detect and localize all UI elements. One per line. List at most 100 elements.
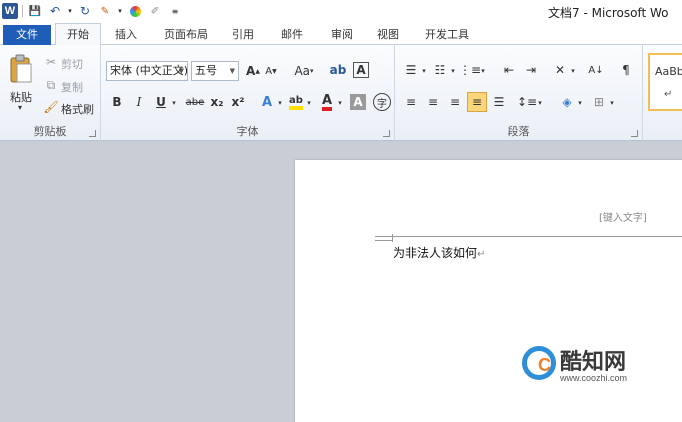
header-divider [375,236,682,237]
highlight-icon[interactable]: ab [287,93,305,111]
superscript-icon[interactable]: x² [230,94,246,110]
clipboard-launcher-icon[interactable] [89,130,96,137]
character-shading-icon[interactable]: A [350,94,366,110]
tab-file[interactable]: 文件 [3,25,51,45]
borders-icon[interactable]: ⊞ [590,93,608,111]
clipboard-group-label: 剪贴板 [33,125,67,138]
chevron-down-icon: ▼ [229,67,235,75]
tab-home[interactable]: 开始 [55,23,101,46]
paragraph-group-label: 段落 [507,125,530,138]
tab-developer[interactable]: 开发工具 [418,24,476,45]
numbering-icon[interactable]: ☷ [432,62,448,78]
bullets-dropdown-icon[interactable]: ▾ [420,64,428,78]
strikethrough-icon[interactable]: abe [185,94,205,110]
customize-qat-icon[interactable]: ≡ [167,3,183,19]
bold-icon[interactable]: B [110,94,124,110]
watermark-logo: C 酷知网 www.coozhi.com [516,340,656,392]
tab-mailings[interactable]: 邮件 [274,24,310,45]
increase-indent-icon[interactable]: ⇥ [523,62,539,78]
copy-icon[interactable]: ⧉ [44,78,58,92]
qat-separator [22,5,23,17]
text-effects-icon[interactable]: A [258,93,276,111]
paragraph-mark-icon: ↵ [664,89,673,100]
text-effects-dropdown-icon[interactable]: ▾ [276,95,284,111]
title-bar: W 💾 ↶ ▾ ↻ ✎ ▾ ✐ ≡ 文档7 - Microsoft Wo [0,0,682,22]
body-text-content: 为非法人该如何 [393,246,478,260]
grow-font-icon[interactable]: A ▲ [246,63,260,79]
watermark-mark: C [538,355,551,375]
watermark-circle-icon: C [522,346,556,380]
document-body-text[interactable]: 为非法人该如何↵ [393,244,485,261]
paragraph-launcher-icon[interactable] [631,130,638,137]
subscript-icon[interactable]: x₂ [209,94,225,110]
underline-dropdown-icon[interactable]: ▾ [170,95,178,111]
line-spacing-dropdown-icon[interactable]: ▾ [536,96,544,110]
undo-icon[interactable]: ↶ [47,3,63,19]
tab-references[interactable]: 引用 [226,24,260,45]
qat-dropdown-icon[interactable]: ▾ [117,3,123,19]
numbering-dropdown-icon[interactable]: ▾ [449,64,457,78]
quick-access-toolbar: W 💾 ↶ ▾ ↻ ✎ ▾ ✐ ≡ [0,0,187,22]
color-wheel-icon[interactable] [127,3,143,19]
change-case-icon[interactable]: Aa ▾ [291,63,317,79]
font-color-dropdown-icon[interactable]: ▾ [336,95,344,111]
format-painter-label[interactable]: 格式刷 [61,101,94,117]
tab-review[interactable]: 审阅 [324,24,360,45]
draw-icon[interactable]: ✐ [147,3,163,19]
undo-dropdown-icon[interactable]: ▾ [67,3,73,19]
format-painter-qat-icon[interactable]: ✎ [97,3,113,19]
style-preview-text: AaBb [655,65,682,78]
shrink-font-icon[interactable]: A ▼ [264,63,278,79]
cut-icon[interactable]: ✂ [44,55,58,69]
highlight-dropdown-icon[interactable]: ▾ [305,95,313,111]
sort-icon[interactable]: A↓ [587,61,605,79]
tab-view[interactable]: 视图 [370,24,406,45]
shading-icon[interactable]: ◈ [558,93,576,111]
chinese-layout-dropdown-icon[interactable]: ▾ [569,64,577,78]
repeat-icon[interactable]: ↻ [77,3,93,19]
align-right-icon[interactable]: ≡ [447,94,463,110]
align-center-icon[interactable]: ≡ [425,94,441,110]
ribbon-tabs: 文件 开始 插入 页面布局 引用 邮件 审阅 视图 开发工具 [0,22,682,46]
justify-icon[interactable]: ≡ [467,92,487,112]
italic-icon[interactable]: I [132,94,146,110]
copy-label[interactable]: 复制 [61,79,83,95]
multilevel-list-icon[interactable]: ⋮≡ [459,62,481,78]
enclose-characters-icon[interactable]: 字 [373,93,391,111]
multilevel-dropdown-icon[interactable]: ▾ [479,64,487,78]
decrease-indent-icon[interactable]: ⇤ [501,62,517,78]
format-painter-icon[interactable]: 🖌 [43,100,58,114]
phonetic-guide-icon[interactable]: ab [329,62,347,78]
borders-dropdown-icon[interactable]: ▾ [608,96,616,110]
bullets-icon[interactable]: ☰ [403,62,419,78]
window-title: 文档7 - Microsoft Wo [548,6,669,20]
header-placeholder[interactable]: [键入文字] [599,209,647,224]
watermark-title: 酷知网 [560,350,627,375]
font-group: 宋体 (中文正文) ▼ 五号 ▼ A ▲ A ▼ Aa ▾ ab A B I U ▾ ab… [101,45,395,141]
distributed-icon[interactable]: ☰ [491,94,507,110]
cut-label[interactable]: 剪切 [61,56,83,72]
paste-dropdown-icon[interactable]: ▾ [18,103,22,112]
underline-icon[interactable]: U [154,94,168,110]
chevron-down-icon: ▼ [178,67,184,75]
tab-page-layout[interactable]: 页面布局 [158,24,214,45]
font-size-value: 五号 [195,64,217,77]
word-logo-icon: W [2,3,18,19]
tab-insert[interactable]: 插入 [108,24,144,45]
font-color-icon[interactable]: A [319,93,335,111]
shading-dropdown-icon[interactable]: ▾ [576,96,584,110]
paste-icon[interactable] [8,53,34,85]
show-marks-icon[interactable]: ¶ [617,61,635,79]
font-launcher-icon[interactable] [383,130,390,137]
style-normal-preview[interactable]: AaBb ↵ [648,53,682,111]
paragraph-group: ☰ ▾ ☷ ▾ ⋮≡ ▾ ⇤ ⇥ ✕ ▾ A↓ ¶ ≡ ≡ ≡ ≡ ☰ ↕≡ ▾… [395,45,643,141]
font-size-combo[interactable]: 五号 ▼ [191,61,239,81]
line-spacing-icon[interactable]: ↕≡ [517,94,537,110]
align-left-icon[interactable]: ≡ [403,94,419,110]
watermark-url: www.coozhi.com [560,373,628,383]
font-name-value: 宋体 (中文正文) [110,64,188,77]
chinese-layout-icon[interactable]: ✕ [551,62,569,78]
character-border-icon[interactable]: A [353,62,369,78]
font-name-combo[interactable]: 宋体 (中文正文) ▼ [106,61,188,81]
save-icon[interactable]: 💾 [27,3,43,19]
